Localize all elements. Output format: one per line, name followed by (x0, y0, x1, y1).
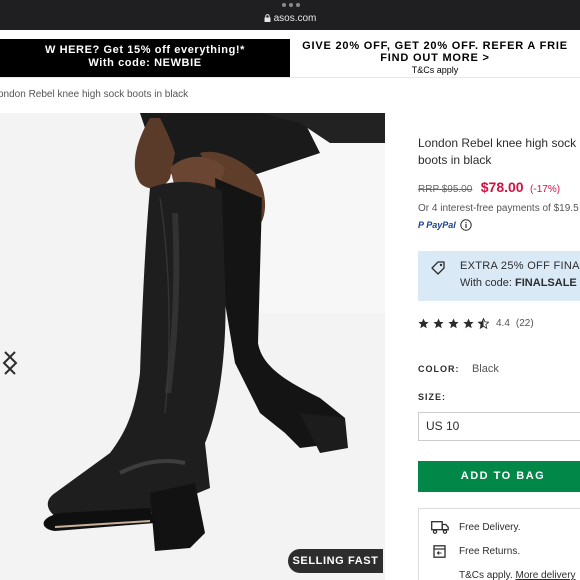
paypal-label: PayPal (426, 220, 456, 230)
rating-row[interactable]: 4.4 (22) (418, 318, 534, 329)
product-title: London Rebel knee high sock boots in bla… (418, 136, 577, 167)
paypal-logo: P PayPal (418, 220, 456, 230)
promo-divider (0, 77, 580, 78)
url-text: asos.com (273, 13, 317, 24)
current-price: $78.00 (480, 179, 524, 195)
color-value: Black (471, 363, 499, 375)
star-full-icon (433, 318, 444, 329)
tab-dots-icon[interactable] (282, 3, 300, 7)
boot-photo (0, 113, 385, 580)
size-selected-value: US 10 (426, 419, 460, 433)
info-icon[interactable] (460, 219, 472, 231)
breadcrumb-current[interactable]: ondon Rebel knee high sock boots in blac… (0, 89, 188, 100)
delivery-terms: T&Cs apply. More delivery (459, 570, 576, 580)
rating-value: 4.4 (496, 318, 510, 329)
star-full-icon (418, 318, 429, 329)
color-label: COLOR: (418, 364, 460, 374)
address-bar[interactable]: asos.com (0, 13, 580, 24)
breadcrumb[interactable]: ondon Rebel knee high sock boots in blac… (0, 89, 188, 100)
rrp-price: RRP $95.00 (418, 184, 473, 195)
star-full-icon (448, 318, 459, 329)
refer-terms: T&Cs apply (411, 65, 459, 75)
review-count[interactable]: (22) (516, 318, 534, 329)
free-delivery-row: Free Delivery. (431, 521, 521, 534)
paypal-row: P PayPal (418, 219, 472, 231)
newbie-promo[interactable]: W HERE? Get 15% off everything!* With co… (0, 39, 290, 77)
rating-stars (418, 318, 489, 329)
star-half-icon (478, 318, 489, 329)
promo-code-prefix: With code: (460, 277, 516, 289)
newbie-promo-line2: With code: NEWBIE (88, 57, 202, 69)
free-delivery-text: Free Delivery. (459, 522, 521, 533)
price-row: RRP $95.00 $78.00 (-17%) (418, 179, 560, 197)
lock-icon (264, 14, 271, 22)
color-row: COLOR: Black (418, 359, 499, 377)
browser-chrome: asos.com (0, 0, 580, 30)
discount-percent: (-17%) (530, 184, 561, 195)
find-out-more-link[interactable]: FIND OUT MORE > (290, 52, 580, 64)
installments-text: Or 4 interest-free payments of $19.5 (418, 203, 579, 214)
delivery-info-box: Free Delivery. Free Returns. T&Cs apply.… (418, 508, 580, 580)
chevron-right-icon[interactable] (0, 350, 20, 376)
promo-code: FINALSALE (515, 277, 577, 289)
refer-promo-line1: GIVE 20% OFF, GET 20% OFF. REFER A FRIE (302, 40, 568, 52)
size-select[interactable]: US 10 (418, 412, 580, 441)
promo-box-code-line: With code: FINALSALE (460, 277, 577, 289)
promo-box-headline: EXTRA 25% OFF FINAL (460, 260, 580, 272)
returns-box-icon (433, 545, 446, 558)
selling-fast-badge: SELLING FAST (288, 549, 383, 573)
truck-icon (431, 521, 449, 534)
star-full-icon (463, 318, 474, 329)
free-returns-row: Free Returns. (431, 545, 520, 558)
promo-banner: W HERE? Get 15% off everything!* With co… (0, 39, 580, 77)
size-label: SIZE: (418, 392, 447, 402)
more-delivery-link[interactable]: More delivery (516, 570, 576, 580)
discount-code-box: EXTRA 25% OFF FINAL With code: FINALSALE (418, 251, 580, 301)
newbie-promo-line1: W HERE? Get 15% off everything!* (44, 44, 246, 56)
free-returns-text: Free Returns. (459, 546, 521, 557)
terms-prefix: T&Cs apply. (459, 570, 516, 580)
tag-icon (431, 261, 445, 275)
add-to-bag-button[interactable]: ADD TO BAG (418, 461, 580, 492)
product-image[interactable] (0, 113, 385, 580)
refer-friend-promo[interactable]: GIVE 20% OFF, GET 20% OFF. REFER A FRIE … (290, 39, 580, 77)
